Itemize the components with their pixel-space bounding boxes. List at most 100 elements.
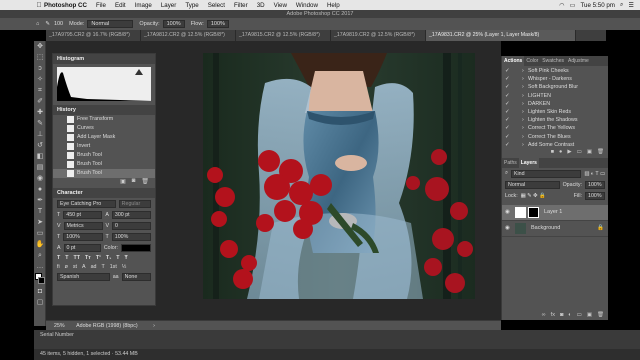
- chevron-right-icon[interactable]: ›: [522, 83, 524, 91]
- menu-3d[interactable]: 3D: [257, 2, 265, 9]
- pen-tool-icon[interactable]: ✒: [34, 195, 46, 206]
- dodge-tool-icon[interactable]: ●: [34, 184, 46, 195]
- menu-help[interactable]: Help: [327, 2, 340, 9]
- action-item[interactable]: ✓ › Correct The Blues: [502, 133, 608, 141]
- all-caps-button[interactable]: TT: [74, 255, 80, 261]
- character-header[interactable]: Character: [53, 188, 155, 198]
- discretionary-button[interactable]: ø: [65, 264, 68, 270]
- hand-tool-icon[interactable]: ✋: [34, 239, 46, 250]
- swash-button[interactable]: st: [73, 264, 77, 270]
- eraser-tool-icon[interactable]: ◧: [34, 151, 46, 162]
- brush-tool-icon[interactable]: ✎: [45, 21, 50, 27]
- folder-icon[interactable]: ▭: [577, 312, 582, 318]
- history-brush-tool-icon[interactable]: ↺: [34, 140, 46, 151]
- wifi-icon[interactable]: ◠: [559, 2, 564, 9]
- tab-adjustments[interactable]: Adjustme: [566, 56, 591, 66]
- chevron-right-icon[interactable]: ›: [522, 92, 524, 100]
- stylistic-button[interactable]: A: [82, 264, 86, 270]
- language-select[interactable]: Spanish: [57, 273, 110, 281]
- new-layer-icon[interactable]: ▣: [587, 312, 592, 318]
- move-tool-icon[interactable]: ✥: [34, 41, 46, 52]
- menu-image[interactable]: Image: [135, 2, 152, 9]
- clone-stamp-tool-icon[interactable]: ⊥: [34, 129, 46, 140]
- chevron-right-icon[interactable]: ›: [522, 67, 524, 75]
- tab-doc-4[interactable]: _17A9819.CR2 @ 12.5% (RGB/8*): [331, 30, 426, 41]
- layer-row-layer-1[interactable]: ◉ Layer 1: [502, 204, 608, 221]
- more-tools-icon[interactable]: …: [34, 261, 46, 272]
- lock-icons[interactable]: ▦ ✎ ✥ 🔒: [521, 193, 546, 199]
- half-button[interactable]: ½: [122, 264, 126, 270]
- record-icon[interactable]: ●: [559, 149, 562, 158]
- document-image[interactable]: [203, 53, 475, 299]
- warning-icon[interactable]: [135, 69, 143, 75]
- check-icon[interactable]: ✓: [505, 116, 509, 124]
- vertical-scale-field[interactable]: 100%: [63, 233, 103, 241]
- action-item[interactable]: ✓ › Soft Pink Cheeks: [502, 67, 608, 75]
- fill-field[interactable]: 100%: [585, 191, 605, 200]
- type-tool-icon[interactable]: T: [34, 206, 46, 217]
- snapshot-icon[interactable]: ▣: [120, 178, 126, 188]
- menu-view[interactable]: View: [274, 2, 287, 9]
- chevron-right-icon[interactable]: ›: [522, 100, 524, 108]
- tab-doc-5[interactable]: _17A9831.CR2 @ 25% (Layer 1, Layer Mask/…: [426, 30, 576, 41]
- check-icon[interactable]: ✓: [505, 75, 509, 83]
- blend-mode-select[interactable]: Normal: [505, 180, 560, 189]
- faux-bold-button[interactable]: T: [57, 255, 60, 261]
- new-action-icon[interactable]: ▣: [587, 149, 592, 158]
- check-icon[interactable]: ✓: [505, 108, 509, 116]
- check-icon[interactable]: ✓: [505, 141, 509, 149]
- history-item[interactable]: Invert: [53, 142, 155, 151]
- play-icon[interactable]: ▶: [567, 149, 571, 158]
- kind-filter-select[interactable]: Kind: [510, 169, 582, 178]
- menu-file[interactable]: File: [96, 2, 106, 9]
- zoom-tool-icon[interactable]: ⌕: [34, 250, 46, 261]
- tab-layers[interactable]: Layers: [518, 157, 539, 168]
- tab-doc-1[interactable]: _17A9795.CR2 @ 16.7% (RGB/8*): [46, 30, 141, 41]
- tab-swatches[interactable]: Swatches: [540, 56, 566, 66]
- lock-icon[interactable]: 🔒: [597, 225, 604, 231]
- menu-edit[interactable]: Edit: [115, 2, 126, 9]
- font-family-select[interactable]: Eye Catching Pro: [57, 200, 116, 208]
- tab-doc-2[interactable]: _17A9812.CR2 @ 12.5% (RGB/8*): [141, 30, 236, 41]
- adjustment-icon[interactable]: ◐: [568, 312, 571, 318]
- brush-tool-icon[interactable]: ✎: [34, 118, 46, 129]
- chevron-right-icon[interactable]: ›: [522, 133, 524, 141]
- history-item-current[interactable]: Brush Tool: [53, 169, 155, 178]
- tab-actions[interactable]: Actions: [502, 56, 525, 66]
- subscript-button[interactable]: T₁: [106, 255, 111, 261]
- path-select-tool-icon[interactable]: ➤: [34, 217, 46, 228]
- history-header[interactable]: History: [53, 105, 155, 115]
- layer-mask-thumbnail[interactable]: [528, 206, 539, 218]
- ligature-button[interactable]: fi: [57, 264, 60, 270]
- mode-select[interactable]: Normal: [87, 20, 134, 28]
- menu-select[interactable]: Select: [208, 2, 225, 9]
- superscript-button[interactable]: T¹: [96, 255, 101, 261]
- stop-icon[interactable]: ■: [551, 149, 554, 158]
- lasso-tool-icon[interactable]: ↄ: [34, 63, 46, 74]
- ordinals-button[interactable]: T: [101, 264, 104, 270]
- layer-opacity-field[interactable]: 100%: [585, 180, 605, 189]
- check-icon[interactable]: ✓: [505, 83, 509, 91]
- fx-icon[interactable]: fx: [551, 312, 555, 318]
- gradient-tool-icon[interactable]: ▤: [34, 162, 46, 173]
- kerning-field[interactable]: Metrics: [63, 222, 103, 230]
- tab-paths[interactable]: Paths: [502, 158, 519, 168]
- fraction-button[interactable]: 1st: [110, 264, 117, 270]
- link-icon[interactable]: ∞: [542, 312, 546, 318]
- opacity-field[interactable]: 100%: [162, 20, 185, 28]
- trash-icon[interactable]: 🗑: [141, 178, 149, 188]
- action-item[interactable]: ✓ › Correct The Yellows: [502, 124, 608, 132]
- clock[interactable]: Tue 5:50 pm: [580, 2, 615, 9]
- screen-mode-icon[interactable]: ▢: [34, 297, 46, 308]
- filter-icons[interactable]: ▨ ◐ T ▭: [584, 171, 605, 177]
- action-item[interactable]: ✓ › DARKEN: [502, 100, 608, 108]
- camera-icon[interactable]: ◙: [132, 178, 136, 188]
- battery-icon[interactable]: ▭: [570, 2, 576, 9]
- font-size-field[interactable]: 450 pt: [63, 211, 103, 219]
- chevron-right-icon[interactable]: ›: [522, 124, 524, 132]
- history-item[interactable]: Brush Tool: [53, 151, 155, 160]
- history-item[interactable]: Brush Tool: [53, 160, 155, 169]
- brush-size[interactable]: 100: [54, 21, 63, 27]
- history-item[interactable]: Free Transform: [53, 115, 155, 124]
- eye-icon[interactable]: ◉: [505, 225, 513, 231]
